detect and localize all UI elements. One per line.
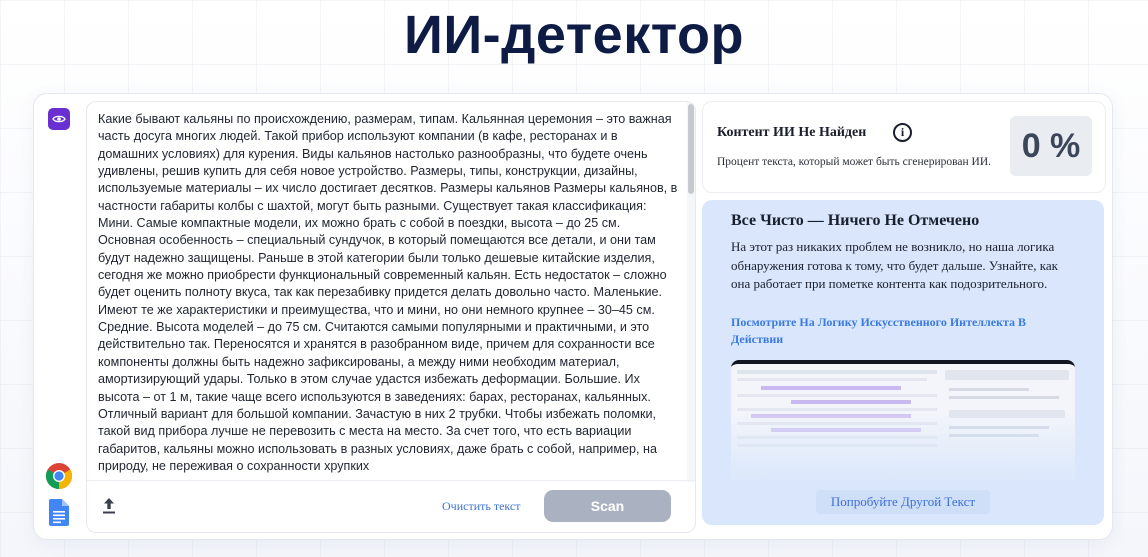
preview-image xyxy=(731,360,1075,482)
detector-card: Какие бывают кальяны по происхождению, р… xyxy=(33,93,1113,540)
page-title: ИИ-детектор xyxy=(404,5,744,65)
editor-scrollbar[interactable] xyxy=(687,102,695,482)
ai-percent-value: 0 % xyxy=(1010,116,1092,176)
text-input[interactable]: Какие бывают кальяны по происхождению, р… xyxy=(98,111,678,481)
scrollbar-thumb[interactable] xyxy=(688,104,694,194)
try-another-text-button[interactable]: Попробуйте Другой Текст xyxy=(816,490,990,514)
editor-footer: Очистить текст Scan xyxy=(87,480,695,532)
source-rail xyxy=(34,94,86,539)
clear-text-button[interactable]: Очистить текст xyxy=(442,499,521,514)
text-editor: Какие бывают кальяны по происхождению, р… xyxy=(86,101,696,533)
preview-fade xyxy=(731,412,1075,482)
ai-logic-link[interactable]: Посмотрите На Логику Искусственного Инте… xyxy=(731,314,1071,348)
scan-button[interactable]: Scan xyxy=(544,490,671,522)
google-docs-icon[interactable] xyxy=(49,499,69,526)
chrome-icon[interactable] xyxy=(45,462,73,490)
upload-icon[interactable] xyxy=(101,497,117,515)
panel-title: Все Чисто — Ничего Не Отмечено xyxy=(731,212,980,229)
result-summary: Контент ИИ Не Найден i Процент текста, к… xyxy=(702,101,1106,193)
info-icon[interactable]: i xyxy=(893,123,912,142)
result-panel: Все Чисто — Ничего Не Отмечено На этот р… xyxy=(702,200,1104,525)
panel-description: На этот раз никаких проблем не возникло,… xyxy=(731,239,1058,291)
eye-icon[interactable] xyxy=(48,108,70,130)
result-title: Контент ИИ Не Найден xyxy=(717,125,867,140)
result-subtitle: Процент текста, который может быть сгене… xyxy=(717,156,992,168)
